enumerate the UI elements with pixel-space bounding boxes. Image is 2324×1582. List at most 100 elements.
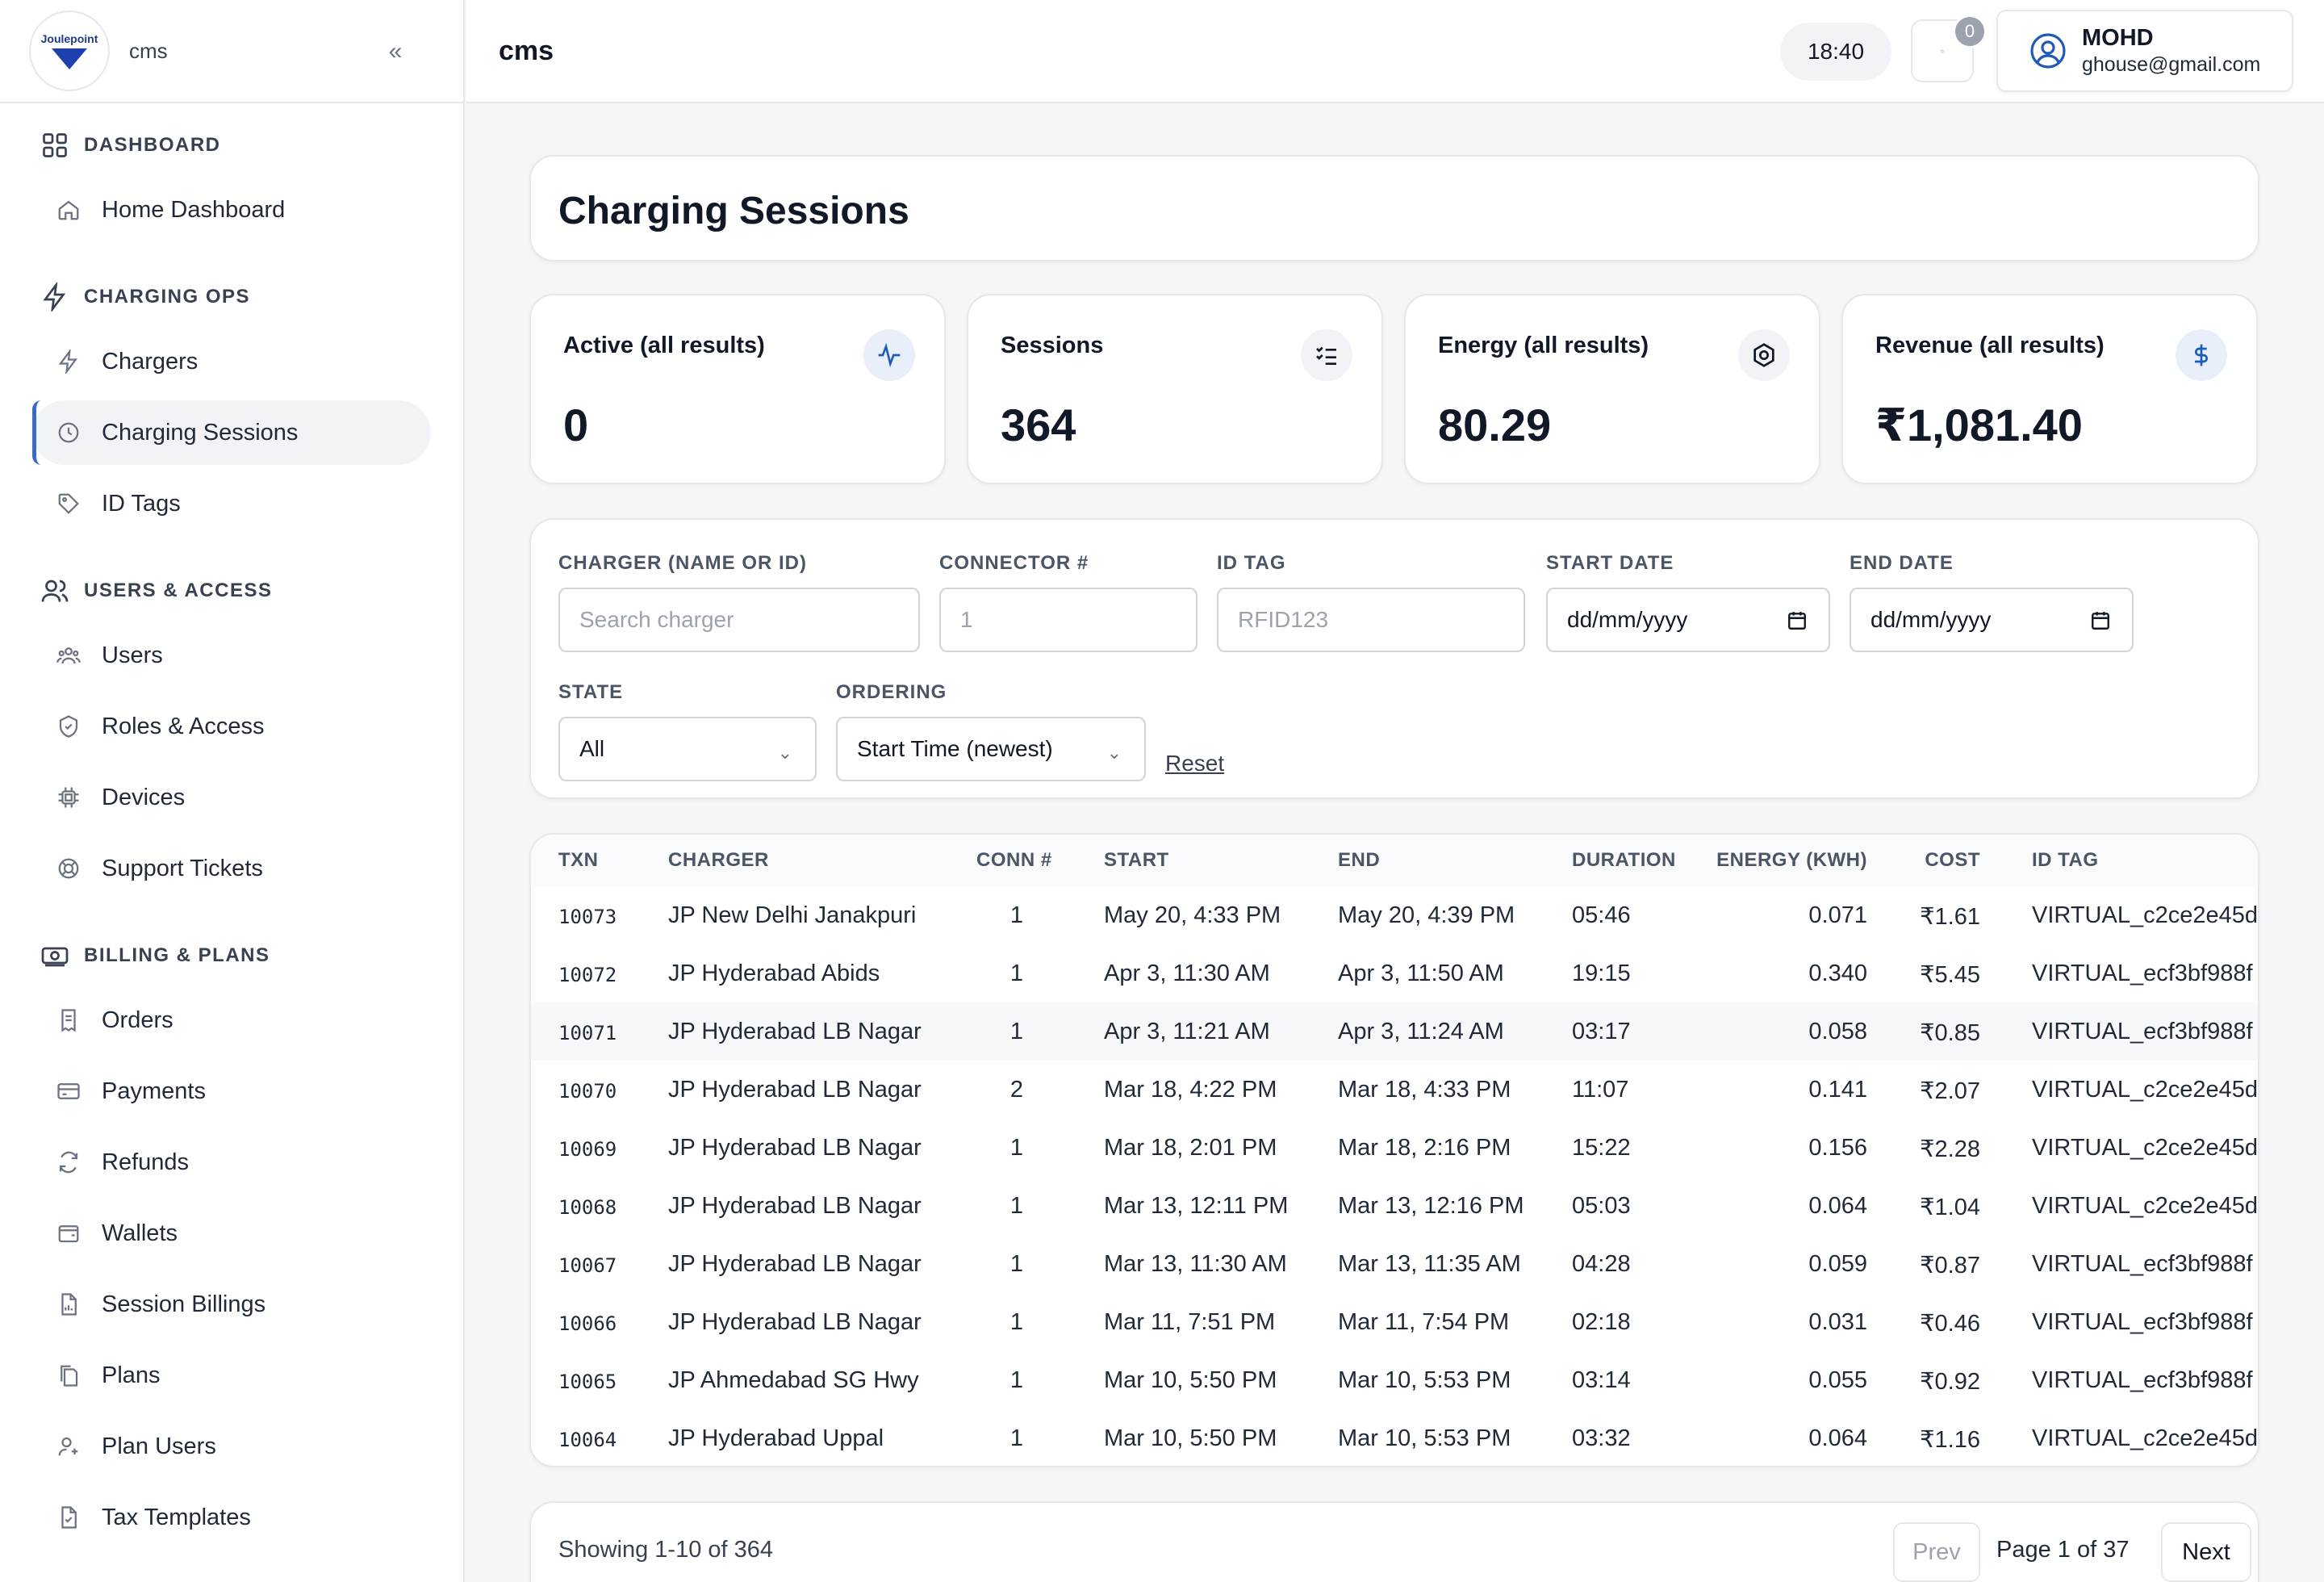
col-end[interactable]: END [1338,849,1380,872]
table-row[interactable]: 10067 JP Hyderabad LB Nagar 1 Mar 13, 11:30… [531,1235,2258,1293]
user-menu[interactable]: MOHD ghouse@gmail.com [1996,10,2293,92]
sidebar-item-devices[interactable]: Devices [32,765,431,830]
sidebar-item-tax-templates[interactable]: Tax Templates [32,1485,431,1550]
section-users-access: USERS & ACCESS [0,575,272,607]
ordering-select[interactable]: Start Time (newest) ⌄ [836,717,1146,781]
col-idtag[interactable]: ID TAG [2032,849,2099,872]
cell-cost: ₹0.87 [1920,1253,1980,1279]
cell-conn: 1 [1009,1367,1024,1393]
table-row[interactable]: 10073 JP New Delhi Janakpuri 1 May 20, 4:33… [531,886,2258,944]
cell-end: May 20, 4:39 PM [1338,902,1515,928]
cell-duration: 05:46 [1572,902,1631,928]
table-row[interactable]: 10068 JP Hyderabad LB Nagar 1 Mar 13, 12:11… [531,1177,2258,1235]
cell-duration: 04:28 [1572,1251,1631,1277]
stat-label: Sessions [1001,333,1104,358]
section-label: BILLING & PLANS [84,944,270,966]
start-date-input[interactable]: dd/mm/yyyy [1546,588,1830,652]
shield-icon [59,715,78,738]
stat-value: 0 [563,400,589,450]
sidebar-item-home-dashboard[interactable]: Home Dashboard [32,178,431,242]
cell-charger: JP Hyderabad LB Nagar [668,1019,922,1044]
cell-idtag: VIRTUAL_ecf3bf988f [2032,1251,2253,1277]
idtag-filter-label: ID TAG [1217,552,1286,574]
sidebar-item-session-billings[interactable]: Session Billings [32,1272,431,1337]
sidebar-item-plan-users[interactable]: Plan Users [32,1414,431,1479]
sessions-table: TXN CHARGER CONN # START END DURATION EN… [529,833,2259,1467]
page-title-card: Charging Sessions [529,155,2259,262]
col-cost[interactable]: COST [1925,849,1980,872]
gear-icon [1738,329,1790,381]
sidebar-item-id-tags[interactable]: ID Tags [32,471,431,536]
cell-idtag: VIRTUAL_c2ce2e45d [2032,1425,2258,1451]
connector-input[interactable]: 1 [939,588,1198,652]
cell-end: Apr 3, 11:50 AM [1338,960,1504,986]
calendar-icon[interactable] [2090,610,2111,631]
user-circle-icon [2030,33,2066,69]
sidebar-item-charging-sessions[interactable]: Charging Sessions [32,400,431,465]
sidebar-item-chargers[interactable]: Chargers [32,329,431,394]
table-row[interactable]: 10070 JP Hyderabad LB Nagar 2 Mar 18, 4:22 … [531,1061,2258,1119]
sidebar-item-label: Support Tickets [102,855,263,881]
col-charger[interactable]: CHARGER [668,849,769,872]
calendar-icon[interactable] [1787,610,1808,631]
cell-idtag: VIRTUAL_c2ce2e45d [2032,1077,2258,1103]
tag-icon [58,493,79,514]
table-row[interactable]: 10065 JP Ahmedabad SG Hwy 1 Mar 10, 5:50 PM… [531,1351,2258,1409]
sidebar-item-orders[interactable]: Orders [32,988,431,1053]
section-charging-ops: CHARGING OPS [0,281,250,313]
col-txn[interactable]: TXN [558,849,599,872]
end-date-input[interactable]: dd/mm/yyyy [1850,588,2134,652]
collapse-sidebar-icon[interactable]: « [379,36,412,68]
sidebar-item-wallets[interactable]: Wallets [32,1201,431,1266]
stat-card-sessions: Sessions 364 [967,294,1383,484]
table-row[interactable]: 10066 JP Hyderabad LB Nagar 1 Mar 11, 7:51 … [531,1293,2258,1351]
cell-idtag: VIRTUAL_c2ce2e45d [2032,1193,2258,1219]
reset-filters-link[interactable]: Reset [1165,751,1224,776]
showing-count: Showing 1-10 of 364 [558,1537,774,1563]
cell-end: Mar 11, 7:54 PM [1338,1309,1510,1335]
sidebar-item-roles-access[interactable]: Roles & Access [32,694,431,759]
cell-cost: ₹1.16 [1920,1427,1980,1453]
brand-logo[interactable]: Joulepoint [29,10,110,91]
table-row[interactable]: 10064 JP Hyderabad Uppal 1 Mar 10, 5:50 PM M… [531,1409,2258,1466]
cell-txn: 10071 [558,1022,617,1044]
col-conn[interactable]: CONN # [976,849,1052,872]
state-select-value: All [579,736,605,761]
sidebar-item-payments[interactable]: Payments [32,1059,431,1124]
state-select[interactable]: All ⌄ [558,717,817,781]
table-row[interactable]: 10069 JP Hyderabad LB Nagar 1 Mar 18, 2:01 … [531,1119,2258,1177]
charger-search-input[interactable]: Search charger [558,588,920,652]
end-date-label: END DATE [1850,552,1954,574]
col-energy[interactable]: ENERGY (KWH) [1716,849,1867,872]
col-start[interactable]: START [1104,849,1169,872]
cell-start: Mar 18, 2:01 PM [1104,1135,1277,1161]
cell-duration: 03:17 [1572,1019,1631,1044]
cell-conn: 1 [1009,1309,1024,1335]
prev-page-button[interactable]: Prev [1893,1522,1980,1582]
cell-energy: 0.340 [1808,960,1867,986]
stat-label: Revenue (all results) [1875,333,2105,358]
list-check-icon [1301,329,1352,381]
topbar-title: cms [499,36,554,66]
user-plus-icon [58,1437,78,1456]
stat-card-revenue: Revenue (all results) ₹1,081.40 [1841,294,2258,484]
table-row[interactable]: 10072 JP Hyderabad Abids 1 Apr 3, 11:30 AM A… [531,944,2258,1002]
section-label: DASHBOARD [84,134,221,156]
cell-idtag: VIRTUAL_c2ce2e45d [2032,902,2258,928]
sidebar-item-users[interactable]: Users [32,623,431,688]
cell-txn: 10064 [558,1429,617,1451]
sidebar-item-support-tickets[interactable]: Support Tickets [32,836,431,901]
cell-txn: 10066 [558,1312,617,1335]
idtag-input[interactable]: RFID123 [1217,588,1525,652]
col-duration[interactable]: DURATION [1572,849,1676,872]
stat-card-energy: Energy (all results) 80.29 [1404,294,1820,484]
sidebar-item-label: Payments [102,1078,206,1104]
refresh-icon [59,1151,78,1174]
notifications-button[interactable]: ◦ 0 [1911,15,1987,82]
cell-txn: 10065 [558,1371,617,1393]
sidebar-item-refunds[interactable]: Refunds [32,1130,431,1195]
next-page-button[interactable]: Next [2161,1522,2251,1582]
sidebar-item-label: Chargers [102,348,199,375]
sidebar-item-plans[interactable]: Plans [32,1343,431,1408]
table-row[interactable]: 10071 JP Hyderabad LB Nagar 1 Apr 3, 11:21 … [531,1002,2258,1061]
